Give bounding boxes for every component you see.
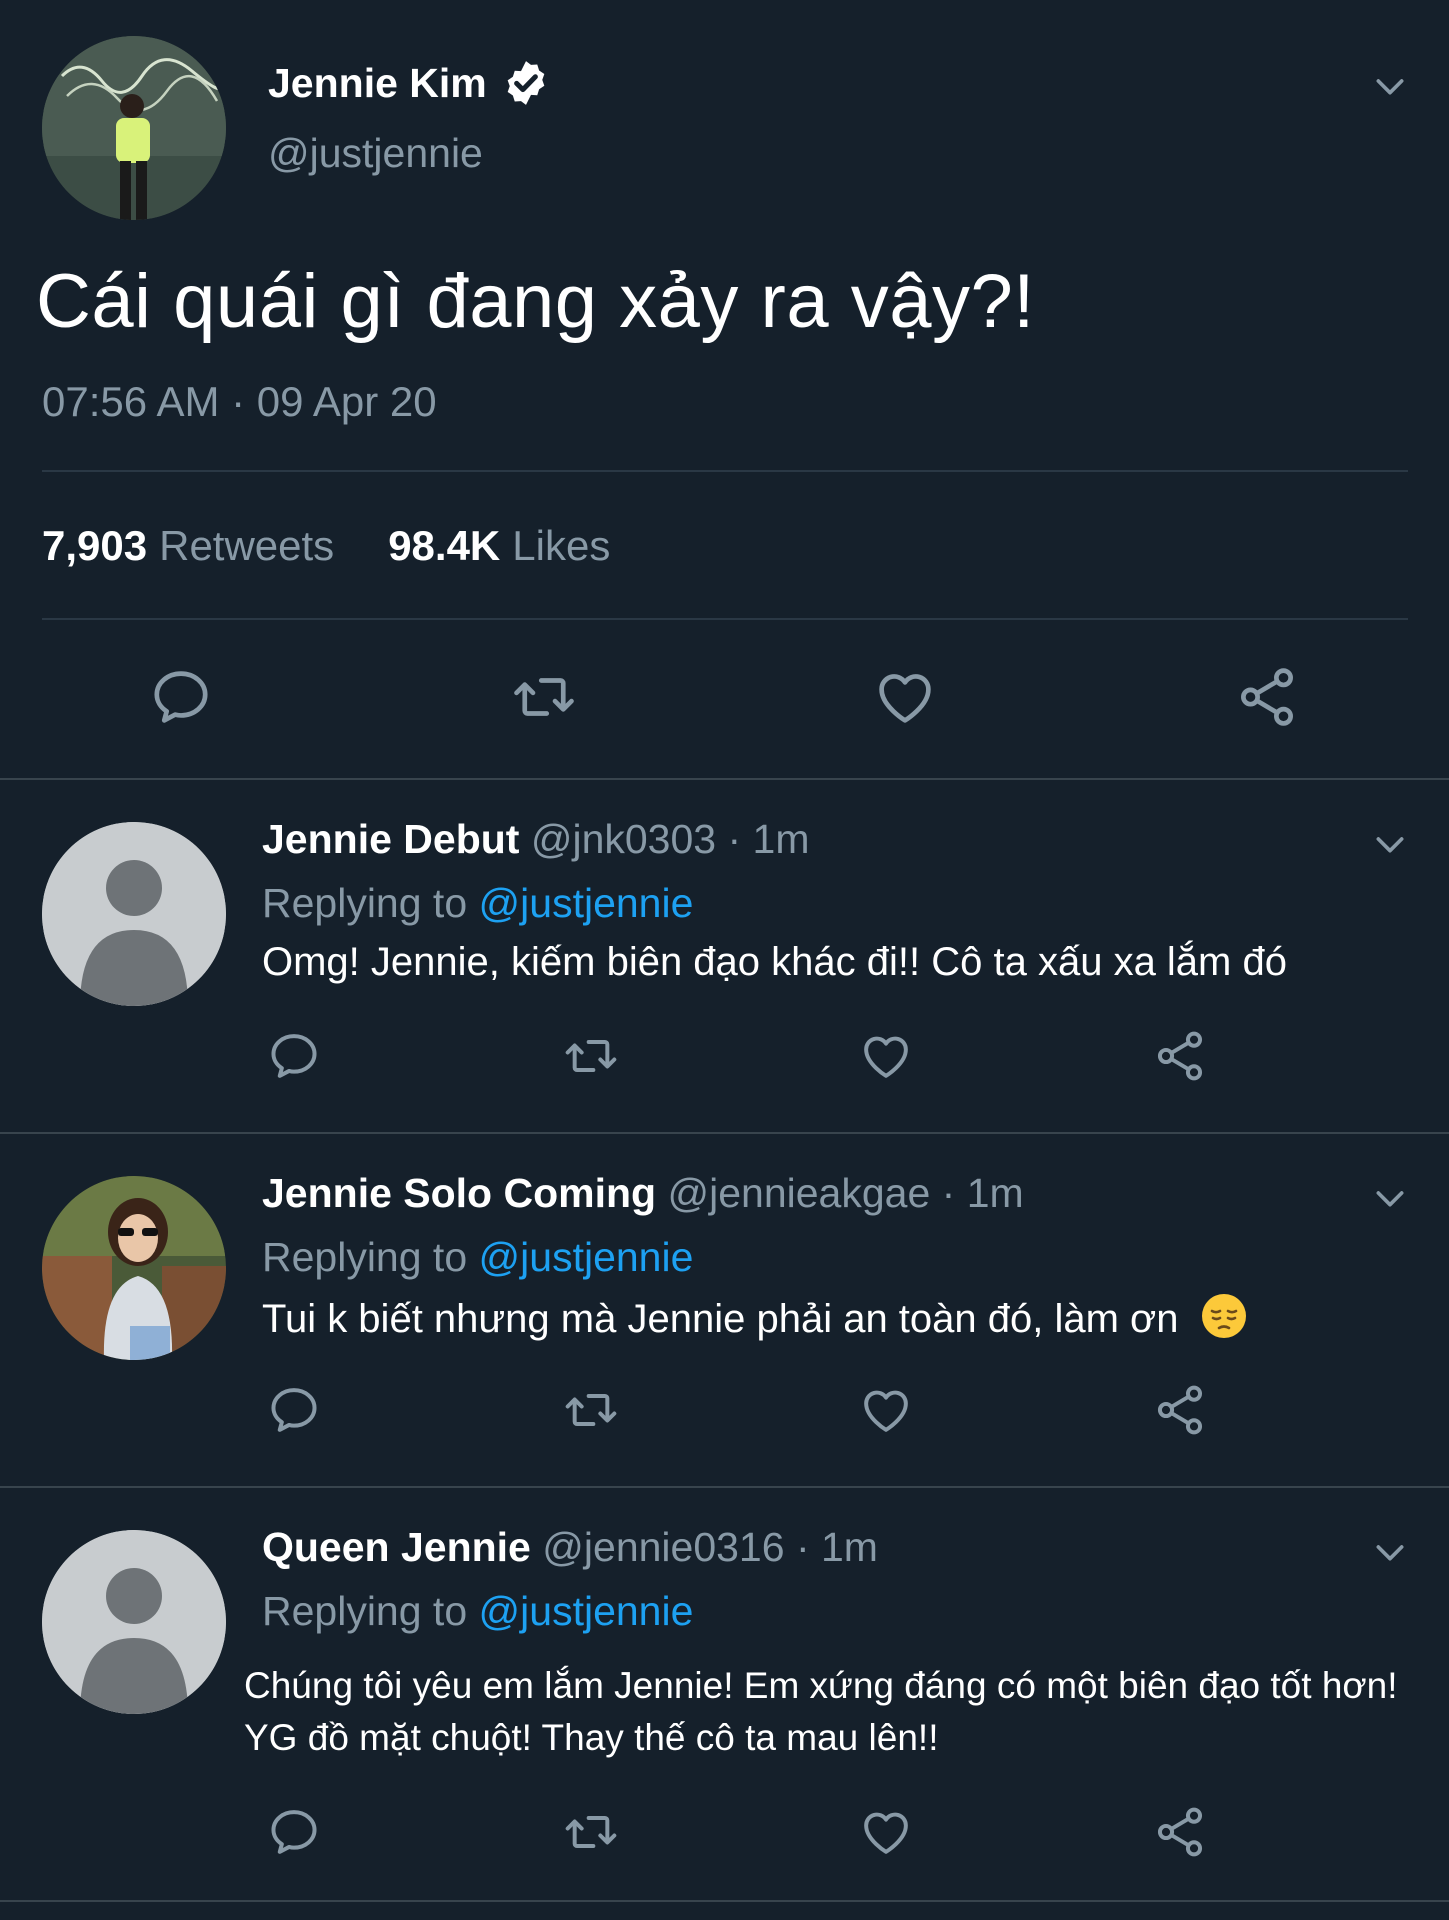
replying-label: Replying to	[262, 1234, 468, 1280]
retweet-icon	[558, 1028, 624, 1084]
replying-to-link[interactable]: @justjennie	[479, 880, 694, 926]
author-name-text: Jennie Kim	[268, 59, 487, 106]
like-button[interactable]	[870, 664, 940, 730]
verified-badge-icon	[507, 61, 545, 105]
likes-count[interactable]: 98.4K	[388, 522, 500, 570]
author-handle[interactable]: @justjennie	[268, 130, 483, 177]
chevron-down-icon[interactable]	[1370, 1178, 1410, 1218]
share-button[interactable]	[1234, 664, 1300, 730]
reply-text: Omg! Jennie, kiếm biên đạo khác đi!! Cô …	[262, 940, 1287, 984]
reply-tweet[interactable]: Queen Jennie @jennie0316 · 1m Replying t…	[0, 1488, 1449, 1900]
pensive-emoji	[1201, 1294, 1246, 1338]
reply-text-line: Chúng tôi yêu em lắm Jennie! Em xứng đán…	[244, 1665, 1398, 1706]
divider	[42, 470, 1408, 472]
avatar[interactable]	[42, 822, 226, 1006]
chevron-down-icon[interactable]	[1370, 824, 1410, 864]
replying-label: Replying to	[262, 880, 468, 926]
tweet-timestamp: 07:56 AM · 09 Apr 20	[42, 378, 437, 425]
reply-tweet[interactable]: Jennie Debut @jnk0303 · 1m Replying to @…	[0, 780, 1449, 1132]
reply-button[interactable]	[266, 1382, 322, 1438]
author-name[interactable]: Jennie Kim	[268, 58, 551, 108]
author-handle[interactable]: @jennie0316	[542, 1524, 784, 1570]
like-icon	[870, 664, 940, 730]
retweet-icon	[558, 1804, 624, 1860]
retweet-button[interactable]	[506, 664, 582, 730]
tweet-thread: Jennie Kim @justjennie Cái quái gì đang …	[0, 0, 1449, 1920]
reply-button[interactable]	[148, 664, 214, 730]
like-icon	[856, 1804, 916, 1860]
chevron-down-icon[interactable]	[1370, 66, 1410, 106]
reply-icon	[148, 664, 214, 730]
reply-tweet[interactable]: Jennie Solo Coming @jennieakgae · 1m Rep…	[0, 1134, 1449, 1488]
chevron-down-icon[interactable]	[1370, 1532, 1410, 1572]
retweets-label[interactable]: Retweets	[159, 522, 334, 570]
reply-text-row: Tui k biết nhưng mà Jennie phải an toàn …	[262, 1292, 1248, 1345]
avatar[interactable]	[42, 36, 226, 220]
reply-header: Jennie Debut @jnk0303 · 1m	[262, 816, 810, 863]
share-button[interactable]	[1152, 1028, 1208, 1084]
replying-to-link[interactable]: @justjennie	[479, 1588, 694, 1634]
author-name[interactable]: Jennie Debut	[262, 816, 519, 862]
retweet-icon	[506, 664, 582, 730]
replying-label: Replying to	[262, 1588, 468, 1634]
like-icon	[856, 1028, 916, 1084]
author-name[interactable]: Queen Jennie	[262, 1524, 531, 1570]
tweet-text: Cái quái gì đang xảy ra vậy?!	[36, 259, 1035, 344]
divider	[42, 618, 1408, 620]
author-handle[interactable]: @jennieakgae	[668, 1170, 931, 1216]
share-icon	[1152, 1028, 1208, 1084]
likes-label[interactable]: Likes	[512, 522, 610, 570]
retweets-count[interactable]: 7,903	[42, 522, 147, 570]
reply-time: · 1m	[795, 1524, 878, 1570]
share-button[interactable]	[1152, 1382, 1208, 1438]
reply-button[interactable]	[266, 1028, 322, 1084]
like-icon	[856, 1382, 916, 1438]
avatar[interactable]	[42, 1530, 226, 1714]
reply-button[interactable]	[266, 1804, 322, 1860]
divider	[0, 1900, 1449, 1902]
main-tweet: Jennie Kim @justjennie Cái quái gì đang …	[0, 0, 1449, 779]
reply-icon	[266, 1804, 322, 1860]
share-icon	[1152, 1804, 1208, 1860]
replying-to-link[interactable]: @justjennie	[479, 1234, 694, 1280]
like-button[interactable]	[856, 1804, 916, 1860]
reply-header: Jennie Solo Coming @jennieakgae · 1m	[262, 1170, 1024, 1217]
reply-time: · 1m	[941, 1170, 1024, 1216]
reply-text-line: YG đồ mặt chuột! Thay thế cô ta mau lên!…	[244, 1717, 939, 1758]
reply-time: · 1m	[727, 816, 810, 862]
retweet-button[interactable]	[558, 1382, 624, 1438]
share-icon	[1234, 664, 1300, 730]
like-button[interactable]	[856, 1028, 916, 1084]
reply-icon	[266, 1028, 322, 1084]
share-icon	[1152, 1382, 1208, 1438]
reply-header: Queen Jennie @jennie0316 · 1m	[262, 1524, 878, 1571]
tweet-stats: 7,903 Retweets 98.4K Likes	[42, 522, 610, 570]
like-button[interactable]	[856, 1382, 916, 1438]
retweet-button[interactable]	[558, 1028, 624, 1084]
reply-icon	[266, 1382, 322, 1438]
replying-to: Replying to @justjennie	[262, 880, 693, 927]
replying-to: Replying to @justjennie	[262, 1234, 693, 1281]
author-name[interactable]: Jennie Solo Coming	[262, 1170, 656, 1216]
author-handle[interactable]: @jnk0303	[531, 816, 716, 862]
avatar[interactable]	[42, 1176, 226, 1360]
reply-text: Tui k biết nhưng mà Jennie phải an toàn …	[262, 1297, 1179, 1341]
replying-to: Replying to @justjennie	[262, 1588, 693, 1635]
retweet-icon	[558, 1382, 624, 1438]
retweet-button[interactable]	[558, 1804, 624, 1860]
share-button[interactable]	[1152, 1804, 1208, 1860]
